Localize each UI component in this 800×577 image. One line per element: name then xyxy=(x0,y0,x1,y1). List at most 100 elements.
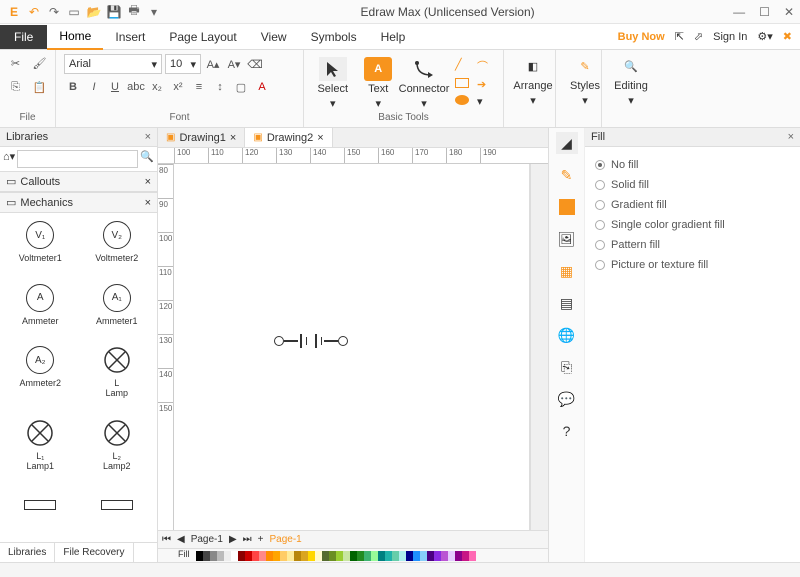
file-menu[interactable]: File xyxy=(0,25,47,49)
attachment-tool-icon[interactable]: ⎘ xyxy=(556,356,578,378)
page-tool-icon[interactable]: ▤ xyxy=(556,292,578,314)
highlight-icon[interactable]: ▢ xyxy=(232,78,250,96)
mechanics-section[interactable]: ▭ Mechanics × xyxy=(0,192,157,213)
fill-option[interactable]: No fill xyxy=(595,155,790,175)
shape-lamp[interactable]: LLamp xyxy=(81,344,154,411)
close-fill-panel-icon[interactable]: × xyxy=(788,131,794,143)
shape-resistor[interactable] xyxy=(4,489,77,536)
color-swatch[interactable] xyxy=(378,551,385,561)
font-color-icon[interactable]: A xyxy=(253,78,271,96)
bullets-icon[interactable]: ≡ xyxy=(190,78,208,96)
home-icon[interactable]: ⌂▾ xyxy=(3,150,15,168)
drawing-canvas[interactable] xyxy=(174,164,530,530)
export-icon[interactable]: ⇱ xyxy=(675,30,684,43)
redo-icon[interactable]: ↷ xyxy=(46,4,62,20)
font-size-select[interactable]: 10▾ xyxy=(165,54,201,74)
color-swatch[interactable] xyxy=(385,551,392,561)
color-swatch[interactable] xyxy=(371,551,378,561)
close-tab-icon[interactable]: × xyxy=(317,132,323,144)
color-swatch[interactable] xyxy=(392,551,399,561)
color-swatch[interactable] xyxy=(210,551,217,561)
italic-button[interactable]: I xyxy=(85,78,103,96)
color-swatch[interactable] xyxy=(322,551,329,561)
new-icon[interactable]: ▭ xyxy=(66,4,82,20)
page-prev-icon[interactable]: ◀ xyxy=(177,534,185,545)
gear-icon[interactable]: ⚙▾ xyxy=(757,30,772,43)
rect-shape-icon[interactable] xyxy=(455,78,473,91)
color-swatch[interactable] xyxy=(427,551,434,561)
save-icon[interactable]: 💾 xyxy=(106,4,122,20)
color-swatch[interactable] xyxy=(350,551,357,561)
arrow-shape-icon[interactable]: ➔ xyxy=(477,78,495,91)
subscript-icon[interactable]: x₂ xyxy=(148,78,166,96)
color-swatch[interactable] xyxy=(287,551,294,561)
color-swatch[interactable] xyxy=(462,551,469,561)
arc-shape-icon[interactable]: ⌒ xyxy=(477,58,495,74)
color-swatch[interactable] xyxy=(455,551,462,561)
styles-button[interactable]: ✎Styles▾ xyxy=(564,54,606,107)
format-painter-icon[interactable]: 🖌 xyxy=(31,54,49,72)
solid-fill-icon[interactable] xyxy=(556,196,578,218)
color-swatch[interactable] xyxy=(406,551,413,561)
color-swatch[interactable] xyxy=(469,551,476,561)
maximize-icon[interactable]: ☐ xyxy=(759,5,770,19)
buy-now-link[interactable]: Buy Now xyxy=(618,31,665,43)
color-palette[interactable]: Fill xyxy=(158,548,548,562)
color-swatch[interactable] xyxy=(420,551,427,561)
undo-icon[interactable]: ↶ xyxy=(26,4,42,20)
color-swatch[interactable] xyxy=(238,551,245,561)
doc-tab-1[interactable]: ▣Drawing1× xyxy=(158,128,245,147)
close-icon[interactable]: ✕ xyxy=(784,5,794,19)
fill-option[interactable]: Gradient fill xyxy=(595,195,790,215)
connector-tool[interactable]: Connector▾ xyxy=(403,57,445,110)
color-swatch[interactable] xyxy=(231,551,238,561)
decrease-font-icon[interactable]: A▾ xyxy=(225,55,243,73)
search-icon[interactable]: 🔍 xyxy=(140,150,154,168)
close-callouts-icon[interactable]: × xyxy=(145,176,151,188)
superscript-icon[interactable]: x² xyxy=(169,78,187,96)
shape-ammeter2[interactable]: A₂Ammeter2 xyxy=(4,344,77,411)
line-spacing-icon[interactable]: ↕ xyxy=(211,78,229,96)
help-tool-icon[interactable]: ? xyxy=(556,420,578,442)
color-swatch[interactable] xyxy=(315,551,322,561)
color-swatch[interactable] xyxy=(294,551,301,561)
shape-voltmeter1[interactable]: V₁Voltmeter1 xyxy=(4,219,77,276)
color-swatch[interactable] xyxy=(357,551,364,561)
color-swatch[interactable] xyxy=(224,551,231,561)
color-swatch[interactable] xyxy=(196,551,203,561)
fill-option[interactable]: Pattern fill xyxy=(595,235,790,255)
font-name-select[interactable]: Arial▾ xyxy=(64,54,162,74)
fill-option[interactable]: Solid fill xyxy=(595,175,790,195)
line-tool-icon[interactable]: ✎ xyxy=(556,164,578,186)
image-tool-icon[interactable]: 🖼 xyxy=(556,228,578,250)
bold-button[interactable]: B xyxy=(64,78,82,96)
tab-symbols[interactable]: Symbols xyxy=(299,25,369,49)
underline-button[interactable]: U xyxy=(106,78,124,96)
page-last-icon[interactable]: ⏭ xyxy=(243,534,252,545)
line-shape-icon[interactable]: ╱ xyxy=(455,58,473,74)
color-swatch[interactable] xyxy=(413,551,420,561)
color-swatch[interactable] xyxy=(364,551,371,561)
left-tab-file-recovery[interactable]: File Recovery xyxy=(55,543,133,562)
color-swatch[interactable] xyxy=(266,551,273,561)
color-swatch[interactable] xyxy=(329,551,336,561)
color-swatch[interactable] xyxy=(448,551,455,561)
fill-option[interactable]: Picture or texture fill xyxy=(595,255,790,275)
signin-link[interactable]: Sign In xyxy=(713,31,747,43)
more-shapes-icon[interactable]: ▾ xyxy=(477,95,495,108)
close-mechanics-icon[interactable]: × xyxy=(145,197,151,209)
qat-more-icon[interactable]: ▾ xyxy=(146,4,162,20)
page-next-icon[interactable]: ▶ xyxy=(229,534,237,545)
shape-resistor[interactable] xyxy=(81,489,154,536)
ellipse-shape-icon[interactable] xyxy=(455,95,473,108)
minimize-icon[interactable]: — xyxy=(733,5,745,19)
color-swatch[interactable] xyxy=(301,551,308,561)
doc-tab-2[interactable]: ▣Drawing2× xyxy=(245,128,332,147)
color-swatch[interactable] xyxy=(280,551,287,561)
arrange-button[interactable]: ◧Arrange▾ xyxy=(512,54,554,107)
tab-view[interactable]: View xyxy=(249,25,299,49)
clear-format-icon[interactable]: ⌫ xyxy=(246,55,264,73)
color-swatch[interactable] xyxy=(259,551,266,561)
open-icon[interactable]: 📂 xyxy=(86,4,102,20)
close-libraries-icon[interactable]: × xyxy=(145,131,151,143)
